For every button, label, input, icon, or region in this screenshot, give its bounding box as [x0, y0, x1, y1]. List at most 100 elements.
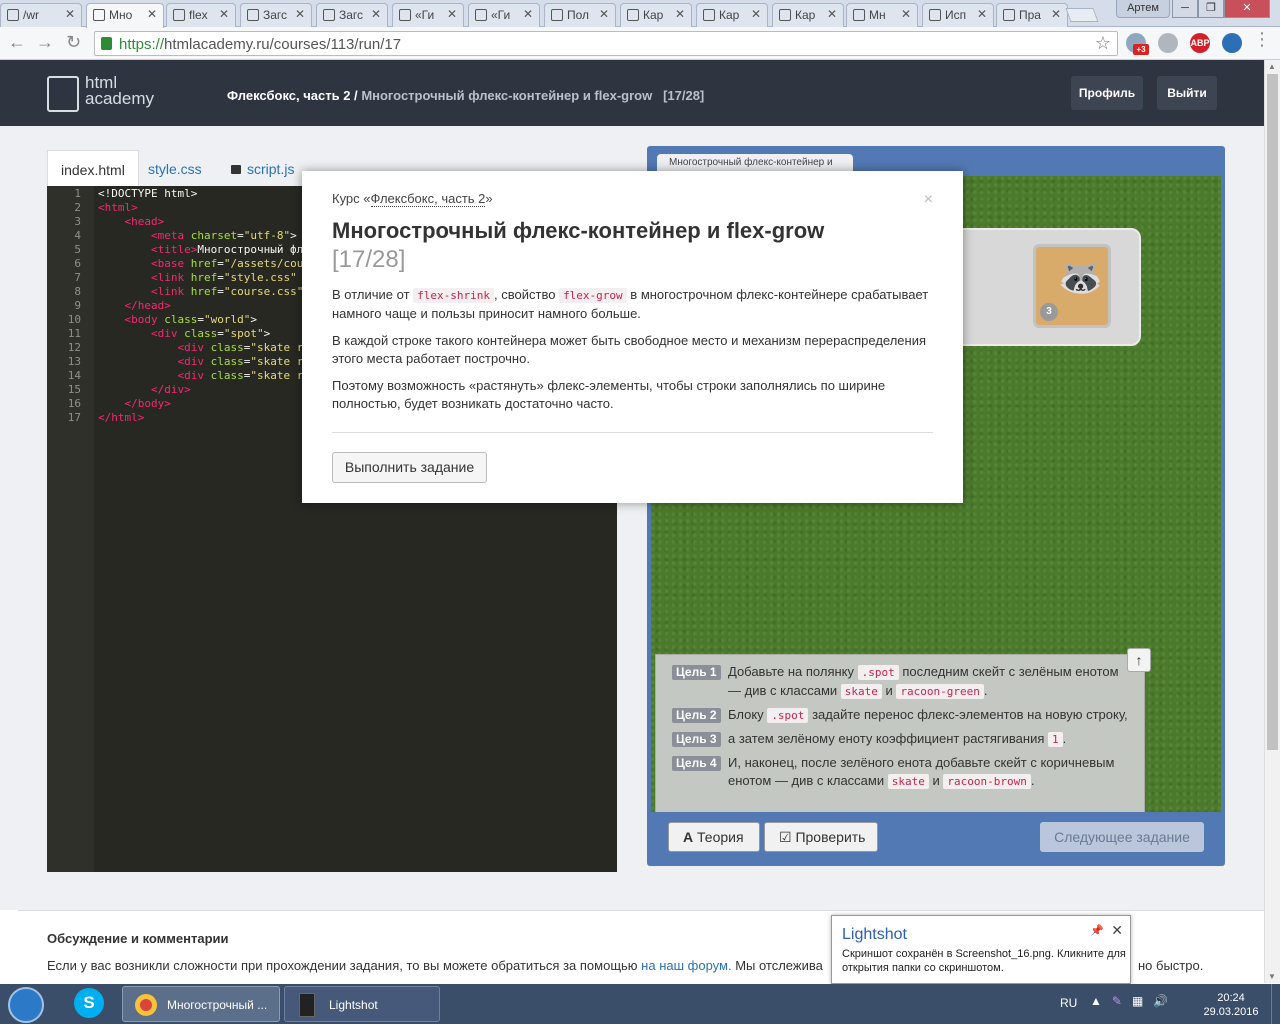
line-number: 4: [74, 229, 81, 242]
tab-favicon-icon: [399, 9, 411, 21]
tab-close-icon[interactable]: ✕: [827, 7, 837, 21]
modal-progress: [17/28]: [332, 246, 406, 273]
tab-script-js[interactable]: script.js: [217, 150, 307, 188]
browser-tab[interactable]: Кар ✕: [620, 3, 692, 27]
theory-button[interactable]: A Теория: [668, 822, 760, 852]
bookmark-star-icon[interactable]: ☆: [1095, 33, 1111, 54]
goal-2: Цель 2 Блоку .spot задайте перенос флекс-…: [672, 706, 1130, 725]
tab-close-icon[interactable]: ✕: [675, 7, 685, 21]
browser-tab[interactable]: /wr ✕: [0, 3, 82, 27]
scroll-thumb[interactable]: [1267, 74, 1278, 750]
taskbar-lightshot[interactable]: Lightshot: [284, 986, 440, 1022]
pin-icon[interactable]: 📌: [1090, 924, 1104, 937]
tab-style-css[interactable]: style.css: [135, 150, 215, 188]
browser-tab[interactable]: flex ✕: [166, 3, 236, 27]
code-content[interactable]: <!DOCTYPE html> <html> <head> <meta char…: [98, 187, 303, 425]
page-scrollbar[interactable]: ▲ ▼: [1264, 60, 1280, 983]
taskbar-chrome[interactable]: Многострочный ...: [122, 986, 280, 1022]
tab-close-icon[interactable]: ✕: [219, 7, 229, 21]
close-window-icon[interactable]: ✕: [1224, 0, 1270, 18]
goals-panel: Цель 1 Добавьте на полянку .spot последни…: [655, 654, 1145, 812]
tab-close-icon[interactable]: ✕: [977, 7, 987, 21]
browser-tab[interactable]: «Ги ✕: [468, 3, 540, 27]
show-desktop-button[interactable]: [1271, 984, 1280, 1024]
browser-tab[interactable]: Кар ✕: [772, 3, 844, 27]
breadcrumb-course[interactable]: Флексбокс, часть 2 /: [227, 88, 358, 103]
adblock-icon[interactable]: ABP: [1190, 33, 1210, 53]
browser-tab[interactable]: Пра ✕: [996, 3, 1068, 27]
tab-close-icon[interactable]: ✕: [147, 7, 157, 21]
logout-button[interactable]: Выйти: [1157, 76, 1217, 110]
back-icon[interactable]: ←: [8, 32, 26, 53]
language-indicator[interactable]: RU: [1060, 996, 1077, 1010]
lock-icon: [231, 165, 241, 174]
browser-tab[interactable]: Мно ✕: [86, 3, 164, 28]
lightshot-notification[interactable]: Lightshot Скриншот сохранён в Screenshot…: [831, 915, 1131, 984]
check-button[interactable]: ☑ Проверить: [764, 822, 878, 852]
maximize-icon[interactable]: ❐: [1198, 0, 1224, 18]
network-icon[interactable]: ▦: [1132, 994, 1143, 1008]
logo-text[interactable]: html academy: [85, 74, 154, 107]
next-task-button[interactable]: Следующее задание: [1040, 822, 1204, 852]
start-button[interactable]: [8, 987, 44, 1023]
tab-favicon-icon: [703, 9, 715, 21]
menu-icon[interactable]: ⋮: [1253, 29, 1271, 50]
tab-close-icon[interactable]: ✕: [901, 7, 911, 21]
skype-icon[interactable]: S: [74, 988, 104, 1018]
globe-icon[interactable]: [1222, 33, 1242, 53]
tab-favicon-icon: [1003, 9, 1015, 21]
lightshot-tray-icon[interactable]: ✎: [1112, 994, 1122, 1008]
tray-arrow-icon[interactable]: ▲: [1090, 994, 1102, 1008]
discussion-text: Если у вас возникли сложности при прохож…: [47, 958, 823, 973]
taskbar: S Многострочный ... Lightshot RU ▲ ✎ ▦ 🔊…: [0, 984, 1280, 1024]
line-number: 17: [67, 411, 81, 424]
forward-icon[interactable]: →: [36, 32, 54, 53]
tab-close-icon[interactable]: ✕: [295, 7, 305, 21]
profile-button[interactable]: Профиль: [1071, 76, 1143, 110]
clock[interactable]: 20:24 29.03.2016: [1196, 991, 1266, 1019]
start-task-button[interactable]: Выполнить задание: [332, 452, 487, 483]
browser-tab[interactable]: Мн ✕: [846, 3, 918, 27]
browser-tab[interactable]: Пол ✕: [544, 3, 616, 27]
browser-tab[interactable]: Загс ✕: [240, 3, 312, 27]
extension-badge: +3: [1133, 44, 1149, 55]
forum-link[interactable]: на наш форум.: [641, 958, 731, 973]
collapse-arrow-icon[interactable]: ↑: [1127, 648, 1151, 672]
tab-close-icon[interactable]: ✕: [65, 7, 75, 21]
tab-close-icon[interactable]: ✕: [371, 7, 381, 21]
logo-icon[interactable]: [47, 76, 79, 112]
browser-tab[interactable]: Загс ✕: [316, 3, 388, 27]
tab-close-icon[interactable]: ✕: [751, 7, 761, 21]
shield-icon[interactable]: [1158, 33, 1178, 53]
scroll-up-icon[interactable]: ▲: [1268, 62, 1276, 71]
system-tray: ▲ ✎ ▦ 🔊: [1090, 994, 1168, 1008]
minimize-icon[interactable]: ─: [1172, 0, 1198, 18]
browser-tab[interactable]: Кар ✕: [696, 3, 768, 27]
close-icon[interactable]: ✕: [1111, 922, 1123, 939]
browser-tab[interactable]: Исп ✕: [922, 3, 994, 27]
modal-paragraph-3: Поэтому возможность «растянуть» флекс-эл…: [332, 378, 886, 411]
line-number: 13: [67, 355, 81, 368]
tab-close-icon[interactable]: ✕: [447, 7, 457, 21]
new-tab-button[interactable]: [1065, 8, 1099, 22]
scroll-down-icon[interactable]: ▼: [1268, 972, 1276, 981]
close-icon[interactable]: ×: [924, 191, 933, 209]
line-number: 3: [74, 215, 81, 228]
tab-favicon-icon: [323, 9, 335, 21]
browser-tab[interactable]: «Ги ✕: [392, 3, 464, 27]
lightshot-message[interactable]: Скриншот сохранён в Screenshot_16.png. К…: [842, 947, 1127, 975]
divider: [18, 910, 1264, 911]
address-bar[interactable]: https://htmlacademy.ru/courses/113/run/1…: [94, 31, 1118, 56]
raccoon-icon: 🦝: [1058, 257, 1103, 298]
course-link[interactable]: Флексбокс, часть 2: [370, 191, 486, 207]
line-number: 16: [67, 397, 81, 410]
tab-favicon-icon: [929, 9, 941, 21]
volume-icon[interactable]: 🔊: [1153, 994, 1168, 1008]
theory-icon: A: [683, 829, 694, 845]
reload-icon[interactable]: ↻: [66, 32, 81, 53]
profile-badge[interactable]: Артем: [1116, 0, 1170, 18]
tab-index-html[interactable]: index.html: [47, 150, 139, 188]
tab-close-icon[interactable]: ✕: [599, 7, 609, 21]
tab-close-icon[interactable]: ✕: [1051, 7, 1061, 21]
tab-close-icon[interactable]: ✕: [523, 7, 533, 21]
